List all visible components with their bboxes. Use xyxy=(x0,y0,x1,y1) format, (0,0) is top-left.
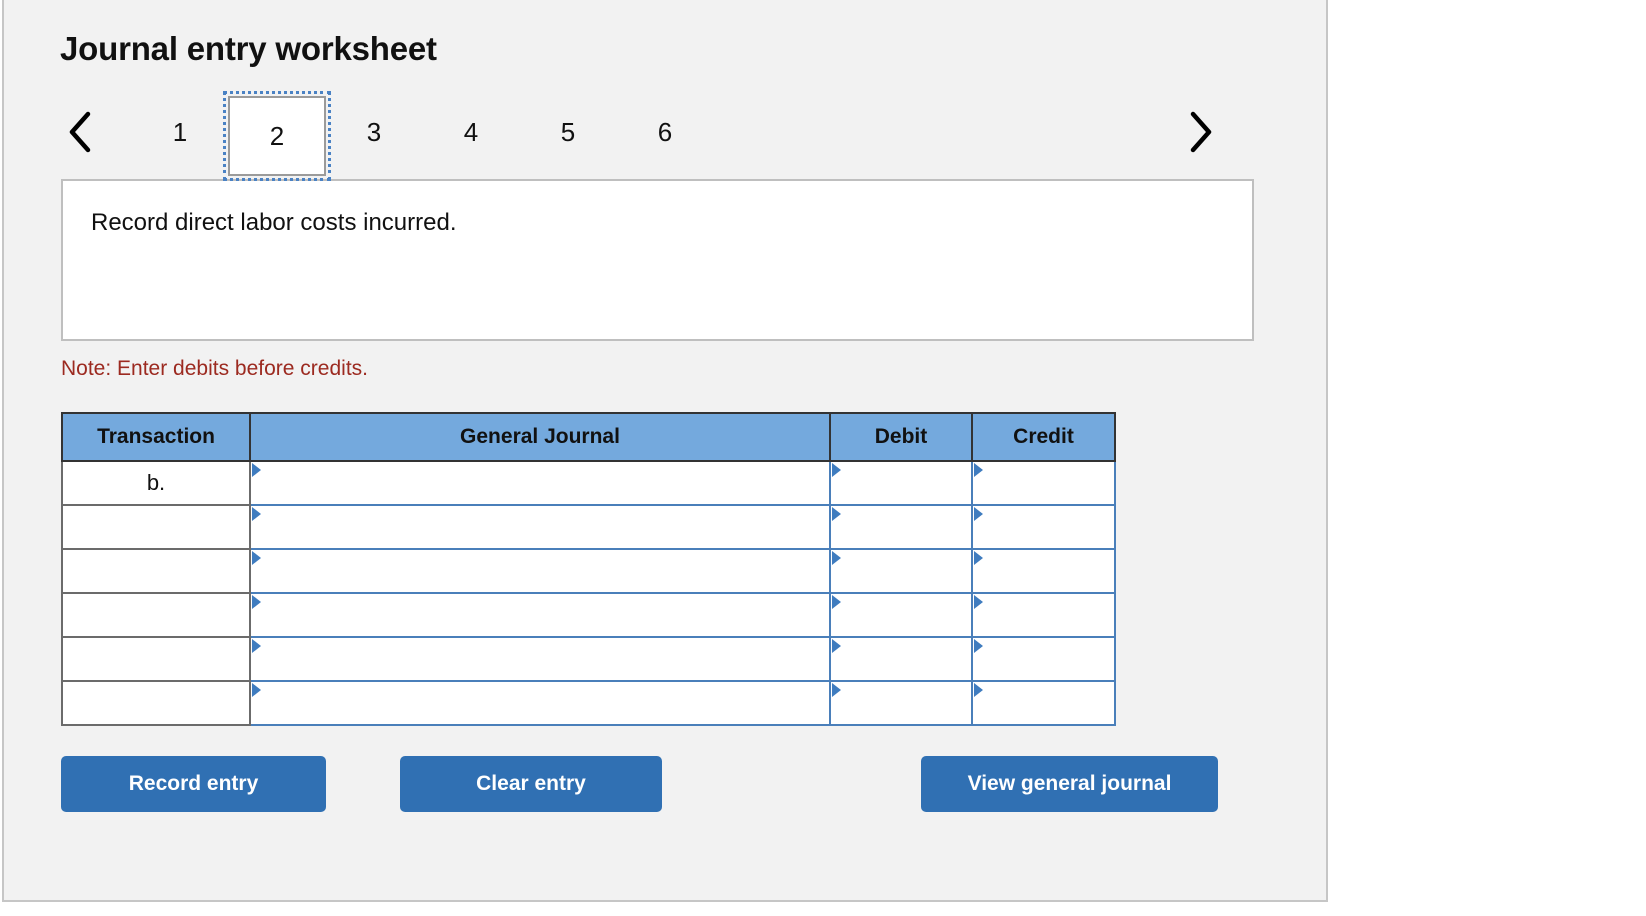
transaction-cell xyxy=(62,505,250,549)
debit-input-inner xyxy=(831,462,971,504)
general-journal-select[interactable] xyxy=(250,593,830,637)
transaction-cell xyxy=(62,637,250,681)
pager-tab-6-label: 6 xyxy=(658,117,672,148)
pager-tab-3[interactable]: 3 xyxy=(326,100,422,164)
general-journal-select-inner xyxy=(251,682,829,724)
record-entry-button[interactable]: Record entry xyxy=(61,756,326,812)
dropdown-arrow-icon xyxy=(832,507,841,521)
pager-tab-3-label: 3 xyxy=(367,117,381,148)
screenshot-root: Journal entry worksheet 1 2 3 4 xyxy=(0,0,1646,916)
transaction-cell: b. xyxy=(62,461,250,505)
dropdown-arrow-icon xyxy=(974,683,983,697)
pager-tab-6[interactable]: 6 xyxy=(617,100,713,164)
dropdown-arrow-icon xyxy=(974,639,983,653)
general-journal-select[interactable] xyxy=(250,637,830,681)
transaction-cell xyxy=(62,593,250,637)
credit-input-inner xyxy=(973,594,1114,636)
debit-input[interactable] xyxy=(830,681,972,725)
dropdown-arrow-icon xyxy=(974,463,983,477)
credit-input[interactable] xyxy=(972,505,1115,549)
transaction-cell xyxy=(62,681,250,725)
dropdown-arrow-icon xyxy=(252,551,261,565)
pager-tab-5[interactable]: 5 xyxy=(520,100,616,164)
view-general-journal-button[interactable]: View general journal xyxy=(921,756,1218,812)
table-row xyxy=(62,593,1115,637)
debit-input-inner xyxy=(831,506,971,548)
dropdown-arrow-icon xyxy=(832,683,841,697)
credit-input[interactable] xyxy=(972,637,1115,681)
pager-tab-1[interactable]: 1 xyxy=(132,100,228,164)
dropdown-arrow-icon xyxy=(832,551,841,565)
debit-input[interactable] xyxy=(830,461,972,505)
debit-input[interactable] xyxy=(830,637,972,681)
credit-input-inner xyxy=(973,506,1114,548)
debit-input-inner xyxy=(831,682,971,724)
dropdown-arrow-icon xyxy=(252,595,261,609)
credit-input[interactable] xyxy=(972,549,1115,593)
general-journal-select-inner xyxy=(251,550,829,592)
journal-table-head: Transaction General Journal Debit Credit xyxy=(62,413,1115,461)
credit-input-inner xyxy=(973,462,1114,504)
debit-input[interactable] xyxy=(830,593,972,637)
chevron-left-icon[interactable] xyxy=(60,100,100,164)
clear-entry-button[interactable]: Clear entry xyxy=(400,756,662,812)
credit-input-inner xyxy=(973,682,1114,724)
pager-tab-2-label: 2 xyxy=(270,121,284,152)
column-header-general-journal: General Journal xyxy=(250,413,830,461)
dropdown-arrow-icon xyxy=(252,507,261,521)
journal-entry-table: Transaction General Journal Debit Credit… xyxy=(61,412,1116,726)
table-row: b. xyxy=(62,461,1115,505)
page-title: Journal entry worksheet xyxy=(60,30,437,68)
transaction-cell xyxy=(62,549,250,593)
dropdown-arrow-icon xyxy=(252,639,261,653)
general-journal-select-inner xyxy=(251,638,829,680)
pager-tab-2[interactable]: 2 xyxy=(228,96,326,176)
general-journal-select[interactable] xyxy=(250,505,830,549)
column-header-debit: Debit xyxy=(830,413,972,461)
debit-input[interactable] xyxy=(830,549,972,593)
credit-input[interactable] xyxy=(972,461,1115,505)
general-journal-select[interactable] xyxy=(250,681,830,725)
dropdown-arrow-icon xyxy=(974,551,983,565)
general-journal-select-inner xyxy=(251,594,829,636)
pager-tab-4[interactable]: 4 xyxy=(423,100,519,164)
dropdown-arrow-icon xyxy=(974,595,983,609)
credit-input[interactable] xyxy=(972,681,1115,725)
pager-tab-1-label: 1 xyxy=(173,117,187,148)
general-journal-select[interactable] xyxy=(250,461,830,505)
column-header-transaction: Transaction xyxy=(62,413,250,461)
table-row xyxy=(62,681,1115,725)
journal-table-body: b. xyxy=(62,461,1115,725)
credit-input[interactable] xyxy=(972,593,1115,637)
dropdown-arrow-icon xyxy=(974,507,983,521)
dropdown-arrow-icon xyxy=(252,683,261,697)
debits-before-credits-note: Note: Enter debits before credits. xyxy=(61,357,368,381)
table-row xyxy=(62,637,1115,681)
general-journal-select[interactable] xyxy=(250,549,830,593)
pager-tab-4-label: 4 xyxy=(464,117,478,148)
column-header-credit: Credit xyxy=(972,413,1115,461)
journal-entry-panel: Journal entry worksheet 1 2 3 4 xyxy=(2,0,1328,902)
dropdown-arrow-icon xyxy=(252,463,261,477)
worksheet-pager: 1 2 3 4 5 6 xyxy=(60,100,1220,166)
general-journal-select-inner xyxy=(251,462,829,504)
debit-input-inner xyxy=(831,550,971,592)
chevron-right-icon[interactable] xyxy=(1180,100,1220,164)
table-row xyxy=(62,549,1115,593)
credit-input-inner xyxy=(973,638,1114,680)
dropdown-arrow-icon xyxy=(832,595,841,609)
pager-tab-5-label: 5 xyxy=(561,117,575,148)
debit-input-inner xyxy=(831,638,971,680)
transaction-description-box: Record direct labor costs incurred. xyxy=(61,179,1254,341)
transaction-description-text: Record direct labor costs incurred. xyxy=(91,209,456,237)
debit-input-inner xyxy=(831,594,971,636)
credit-input-inner xyxy=(973,550,1114,592)
dropdown-arrow-icon xyxy=(832,463,841,477)
debit-input[interactable] xyxy=(830,505,972,549)
dropdown-arrow-icon xyxy=(832,639,841,653)
table-row xyxy=(62,505,1115,549)
journal-table-header-row: Transaction General Journal Debit Credit xyxy=(62,413,1115,461)
general-journal-select-inner xyxy=(251,506,829,548)
